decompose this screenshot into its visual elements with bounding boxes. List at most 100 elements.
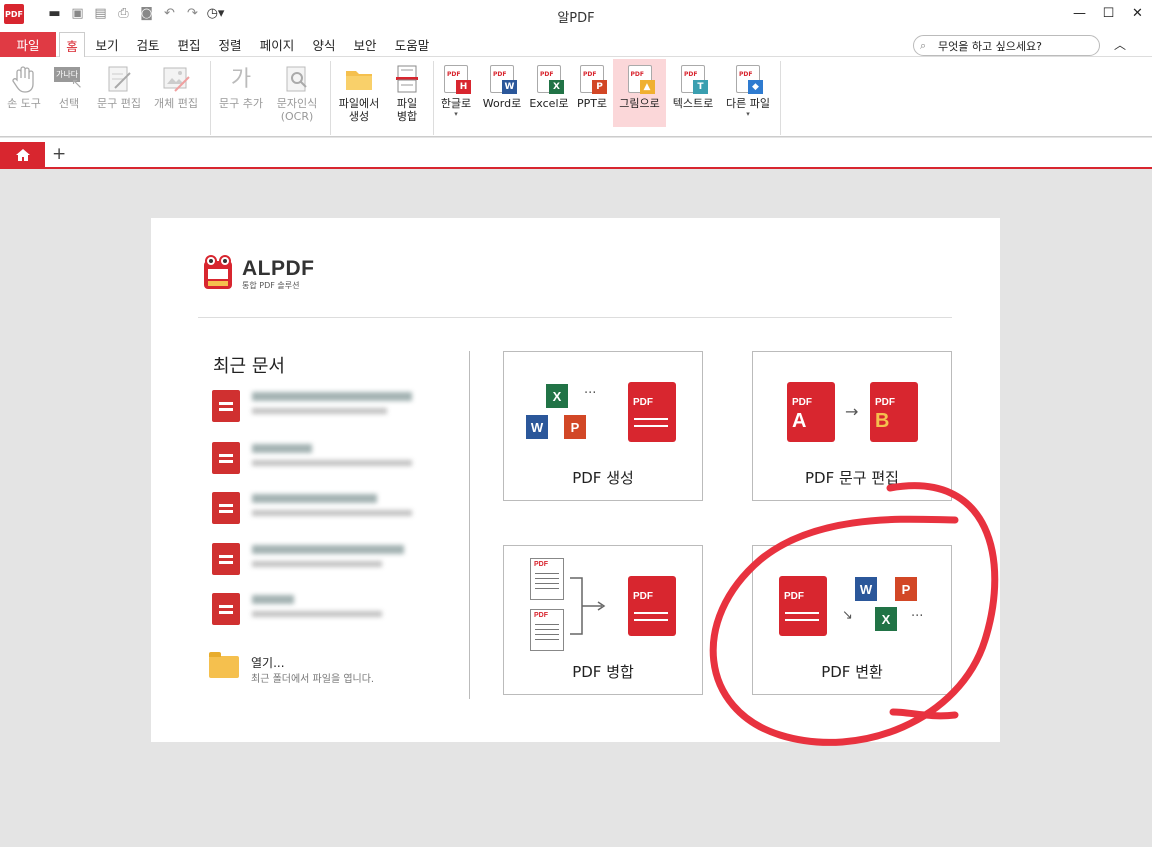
- to-image-label: 그림으로: [619, 97, 660, 110]
- to-hangul-button[interactable]: PDF H 한글로 ▾: [436, 59, 476, 127]
- ocr-button[interactable]: 문자인식 (OCR): [270, 59, 324, 127]
- history-icon[interactable]: ◷▾: [207, 5, 225, 22]
- text-edit-label: 문구 편집: [97, 97, 141, 110]
- undo-icon[interactable]: ↶: [161, 5, 178, 22]
- to-word-button[interactable]: PDF W Word로: [480, 59, 524, 127]
- open-file-button[interactable]: 열기... 최근 폴더에서 파일을 엽니다.: [209, 652, 429, 688]
- chevron-down-icon[interactable]: ▾: [454, 110, 458, 118]
- to-excel-button[interactable]: PDF X Excel로: [527, 59, 571, 127]
- tell-me-search-input[interactable]: ⌕ 무엇을 하고 싶으세요?: [913, 35, 1100, 56]
- hand-tool-button[interactable]: 손 도구: [2, 59, 46, 127]
- recent-documents-title: 최근 문서: [213, 356, 285, 377]
- save-icon[interactable]: ▣: [69, 5, 86, 22]
- create-label-2: 생성: [348, 110, 370, 123]
- object-edit-icon: [161, 63, 191, 95]
- pdf-file-icon: PDF: [628, 576, 676, 636]
- redacted-filename: [252, 392, 412, 401]
- tab-form[interactable]: 양식: [307, 32, 341, 57]
- print-preview-icon[interactable]: ◙: [138, 5, 155, 22]
- powerpoint-icon: P: [895, 577, 917, 601]
- to-ppt-button[interactable]: PDF P PPT로: [574, 59, 610, 127]
- recent-document-item[interactable]: [212, 591, 432, 625]
- to-other-file-button[interactable]: PDF ◆ 다른 파일 ▾: [721, 59, 775, 127]
- to-ppt-label: PPT로: [576, 97, 608, 110]
- tab-file[interactable]: 파일: [0, 32, 56, 57]
- ribbon-home: 손 도구 가나다 ↖ 선택 문구 편집 개체 편집 가 문구 추가 문자인식 (…: [0, 57, 1152, 137]
- save-all-icon[interactable]: ▤: [92, 5, 109, 22]
- app-logo-icon[interactable]: PDF: [4, 4, 24, 24]
- tab-arrange[interactable]: 정렬: [213, 32, 247, 57]
- recent-document-item[interactable]: [212, 440, 432, 474]
- object-edit-label: 개체 편집: [154, 97, 198, 110]
- merge-files-button[interactable]: 파일 병합: [388, 59, 426, 127]
- redo-icon[interactable]: ↷: [184, 5, 201, 22]
- convert-pdf-card[interactable]: PDF ↘ W P X ··· PDF 변환: [752, 545, 952, 695]
- object-edit-button[interactable]: 개체 편집: [148, 59, 204, 127]
- folder-open-icon[interactable]: ▬: [46, 5, 63, 22]
- ocr-label-1: 문자인식: [276, 97, 318, 110]
- redacted-filename: [252, 494, 377, 503]
- redacted-path: [252, 408, 387, 414]
- to-text-label: 텍스트로: [672, 97, 714, 110]
- tab-page[interactable]: 페이지: [254, 32, 300, 57]
- tab-help[interactable]: 도움말: [389, 32, 435, 57]
- merge-bracket-icon: [570, 577, 606, 635]
- to-text-button[interactable]: PDF T 텍스트로: [668, 59, 718, 127]
- hand-tool-label: 손 도구: [7, 97, 41, 110]
- pdf-document-icon: [212, 442, 240, 474]
- home-tab[interactable]: [0, 142, 45, 168]
- more-formats-icon: ···: [911, 609, 924, 624]
- excel-file-icon: PDF X: [537, 65, 564, 94]
- collapse-ribbon-icon[interactable]: ︿: [1114, 36, 1126, 53]
- text-edit-button[interactable]: 문구 편집: [92, 59, 146, 127]
- edit-pdf-text-label: PDF 문구 편집: [805, 469, 899, 487]
- select-button[interactable]: 가나다 ↖ 선택: [48, 59, 90, 127]
- open-label: 열기...: [251, 656, 285, 670]
- pdf-file-a-icon: PDF A: [787, 382, 835, 442]
- title-bar: PDF ▬ ▣ ▤ ⎙ ◙ ↶ ↷ ◷▾ 알PDF — ☐ ✕: [0, 0, 1152, 29]
- convert-pdf-label: PDF 변환: [821, 663, 883, 681]
- tab-review[interactable]: 검토: [131, 32, 165, 57]
- recent-document-item[interactable]: [212, 541, 432, 575]
- pdf-file-icon: PDF: [779, 576, 827, 636]
- text-add-label: 문구 추가: [219, 97, 263, 110]
- recent-document-item[interactable]: [212, 388, 432, 422]
- to-image-button[interactable]: PDF ▲ 그림으로: [613, 59, 666, 127]
- tab-home[interactable]: 홈: [59, 32, 85, 57]
- ribbon-separator: [780, 61, 781, 135]
- pdf-document-icon: [212, 492, 240, 524]
- tab-view[interactable]: 보기: [90, 32, 124, 57]
- merge-icon: [392, 63, 422, 95]
- tab-security[interactable]: 보안: [348, 32, 382, 57]
- merge-pdf-card[interactable]: PDF PDF PDF PDF 병합: [503, 545, 703, 695]
- powerpoint-icon: P: [564, 415, 586, 439]
- ppt-file-icon: PDF P: [580, 65, 607, 94]
- window-controls: — ☐ ✕: [1065, 0, 1152, 26]
- print-icon[interactable]: ⎙: [115, 5, 132, 22]
- ocr-icon: [282, 63, 312, 95]
- redacted-filename: [252, 545, 404, 554]
- add-tab-icon[interactable]: +: [52, 144, 66, 164]
- maximize-button[interactable]: ☐: [1094, 0, 1123, 26]
- text-add-icon: 가: [230, 66, 252, 92]
- pdf-file-icon: PDF: [628, 382, 676, 442]
- image-file-icon: PDF ▲: [627, 65, 655, 94]
- arrow-right-icon: →: [845, 402, 859, 421]
- text-add-button[interactable]: 가 문구 추가: [214, 59, 268, 127]
- redacted-filename: [252, 444, 312, 453]
- search-icon: ⌕: [920, 38, 927, 52]
- alpdf-mascot-icon: [200, 255, 236, 293]
- recent-document-item[interactable]: [212, 490, 432, 524]
- create-pdf-card[interactable]: X ··· W P PDF PDF 생성: [503, 351, 703, 501]
- word-icon: W: [526, 415, 548, 439]
- pdf-page-icon: PDF: [530, 609, 564, 651]
- minimize-button[interactable]: —: [1065, 0, 1094, 26]
- create-from-file-button[interactable]: 파일에서 생성: [334, 59, 384, 127]
- tab-edit[interactable]: 편집: [172, 32, 206, 57]
- close-button[interactable]: ✕: [1123, 0, 1152, 26]
- redacted-path: [252, 510, 412, 516]
- document-tab-strip: +: [0, 138, 1152, 169]
- create-pdf-label: PDF 생성: [572, 469, 634, 487]
- edit-pdf-text-card[interactable]: PDF A → PDF B PDF 문구 편집: [752, 351, 952, 501]
- chevron-down-icon[interactable]: ▾: [746, 110, 750, 118]
